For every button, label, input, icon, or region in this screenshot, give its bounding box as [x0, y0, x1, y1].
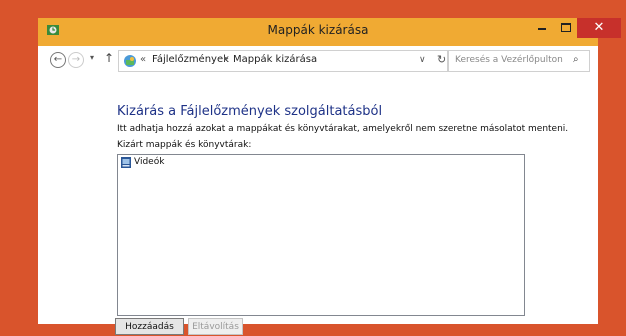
search-input[interactable]: Keresés a Vezérlőpulton ⌕ — [448, 50, 590, 72]
breadcrumb-exclude-folders[interactable]: Mappák kizárása — [233, 54, 317, 65]
search-icon[interactable]: ⌕ — [573, 54, 579, 65]
breadcrumb-file-history[interactable]: Fájlelőzmények — [152, 54, 229, 65]
forward-button[interactable]: → — [68, 52, 84, 68]
close-button[interactable]: ✕ — [577, 18, 621, 38]
title-bar[interactable]: Mappák kizárása ✕ — [38, 18, 621, 46]
breadcrumb-separator-icon[interactable]: ▸ — [224, 54, 229, 64]
back-button[interactable]: ← — [50, 52, 66, 68]
video-library-icon — [121, 157, 131, 168]
window-title: Mappák kizárása — [267, 23, 369, 37]
refresh-icon[interactable]: ↻ — [437, 53, 446, 66]
page-title: Kizárás a Fájlelőzmények szolgáltatásból — [117, 104, 383, 119]
close-icon: ✕ — [593, 20, 605, 35]
excluded-folders-list[interactable]: Videók — [117, 154, 525, 316]
page-description: Itt adhatja hozzá azokat a mappákat és k… — [117, 124, 569, 134]
minimize-button[interactable] — [529, 18, 555, 38]
control-panel-icon — [124, 55, 136, 67]
exclude-folders-window: Mappák kizárása ✕ ← → ▾ ↑ « Fájlelőzmény… — [38, 18, 621, 335]
main-content: Kizárás a Fájlelőzmények szolgáltatásból… — [38, 76, 598, 335]
address-dropdown-icon[interactable]: ∨ — [419, 55, 426, 65]
maximize-button[interactable] — [555, 18, 577, 38]
recent-locations-icon[interactable]: ▾ — [90, 53, 94, 62]
navigation-bar: ← → ▾ ↑ « Fájlelőzmények ▸ Mappák kizárá… — [38, 46, 598, 76]
list-item-label: Videók — [134, 157, 165, 167]
address-bar[interactable]: « Fájlelőzmények ▸ Mappák kizárása ∨ ↻ — [118, 50, 448, 72]
up-button[interactable]: ↑ — [104, 51, 114, 65]
search-placeholder: Keresés a Vezérlőpulton — [455, 55, 563, 65]
excluded-list-label: Kizárt mappák és könyvtárak: — [117, 140, 252, 150]
remove-button[interactable]: Eltávolítás — [188, 318, 243, 335]
chevron-icon[interactable]: « — [140, 54, 146, 65]
add-button[interactable]: Hozzáadás — [115, 318, 184, 335]
